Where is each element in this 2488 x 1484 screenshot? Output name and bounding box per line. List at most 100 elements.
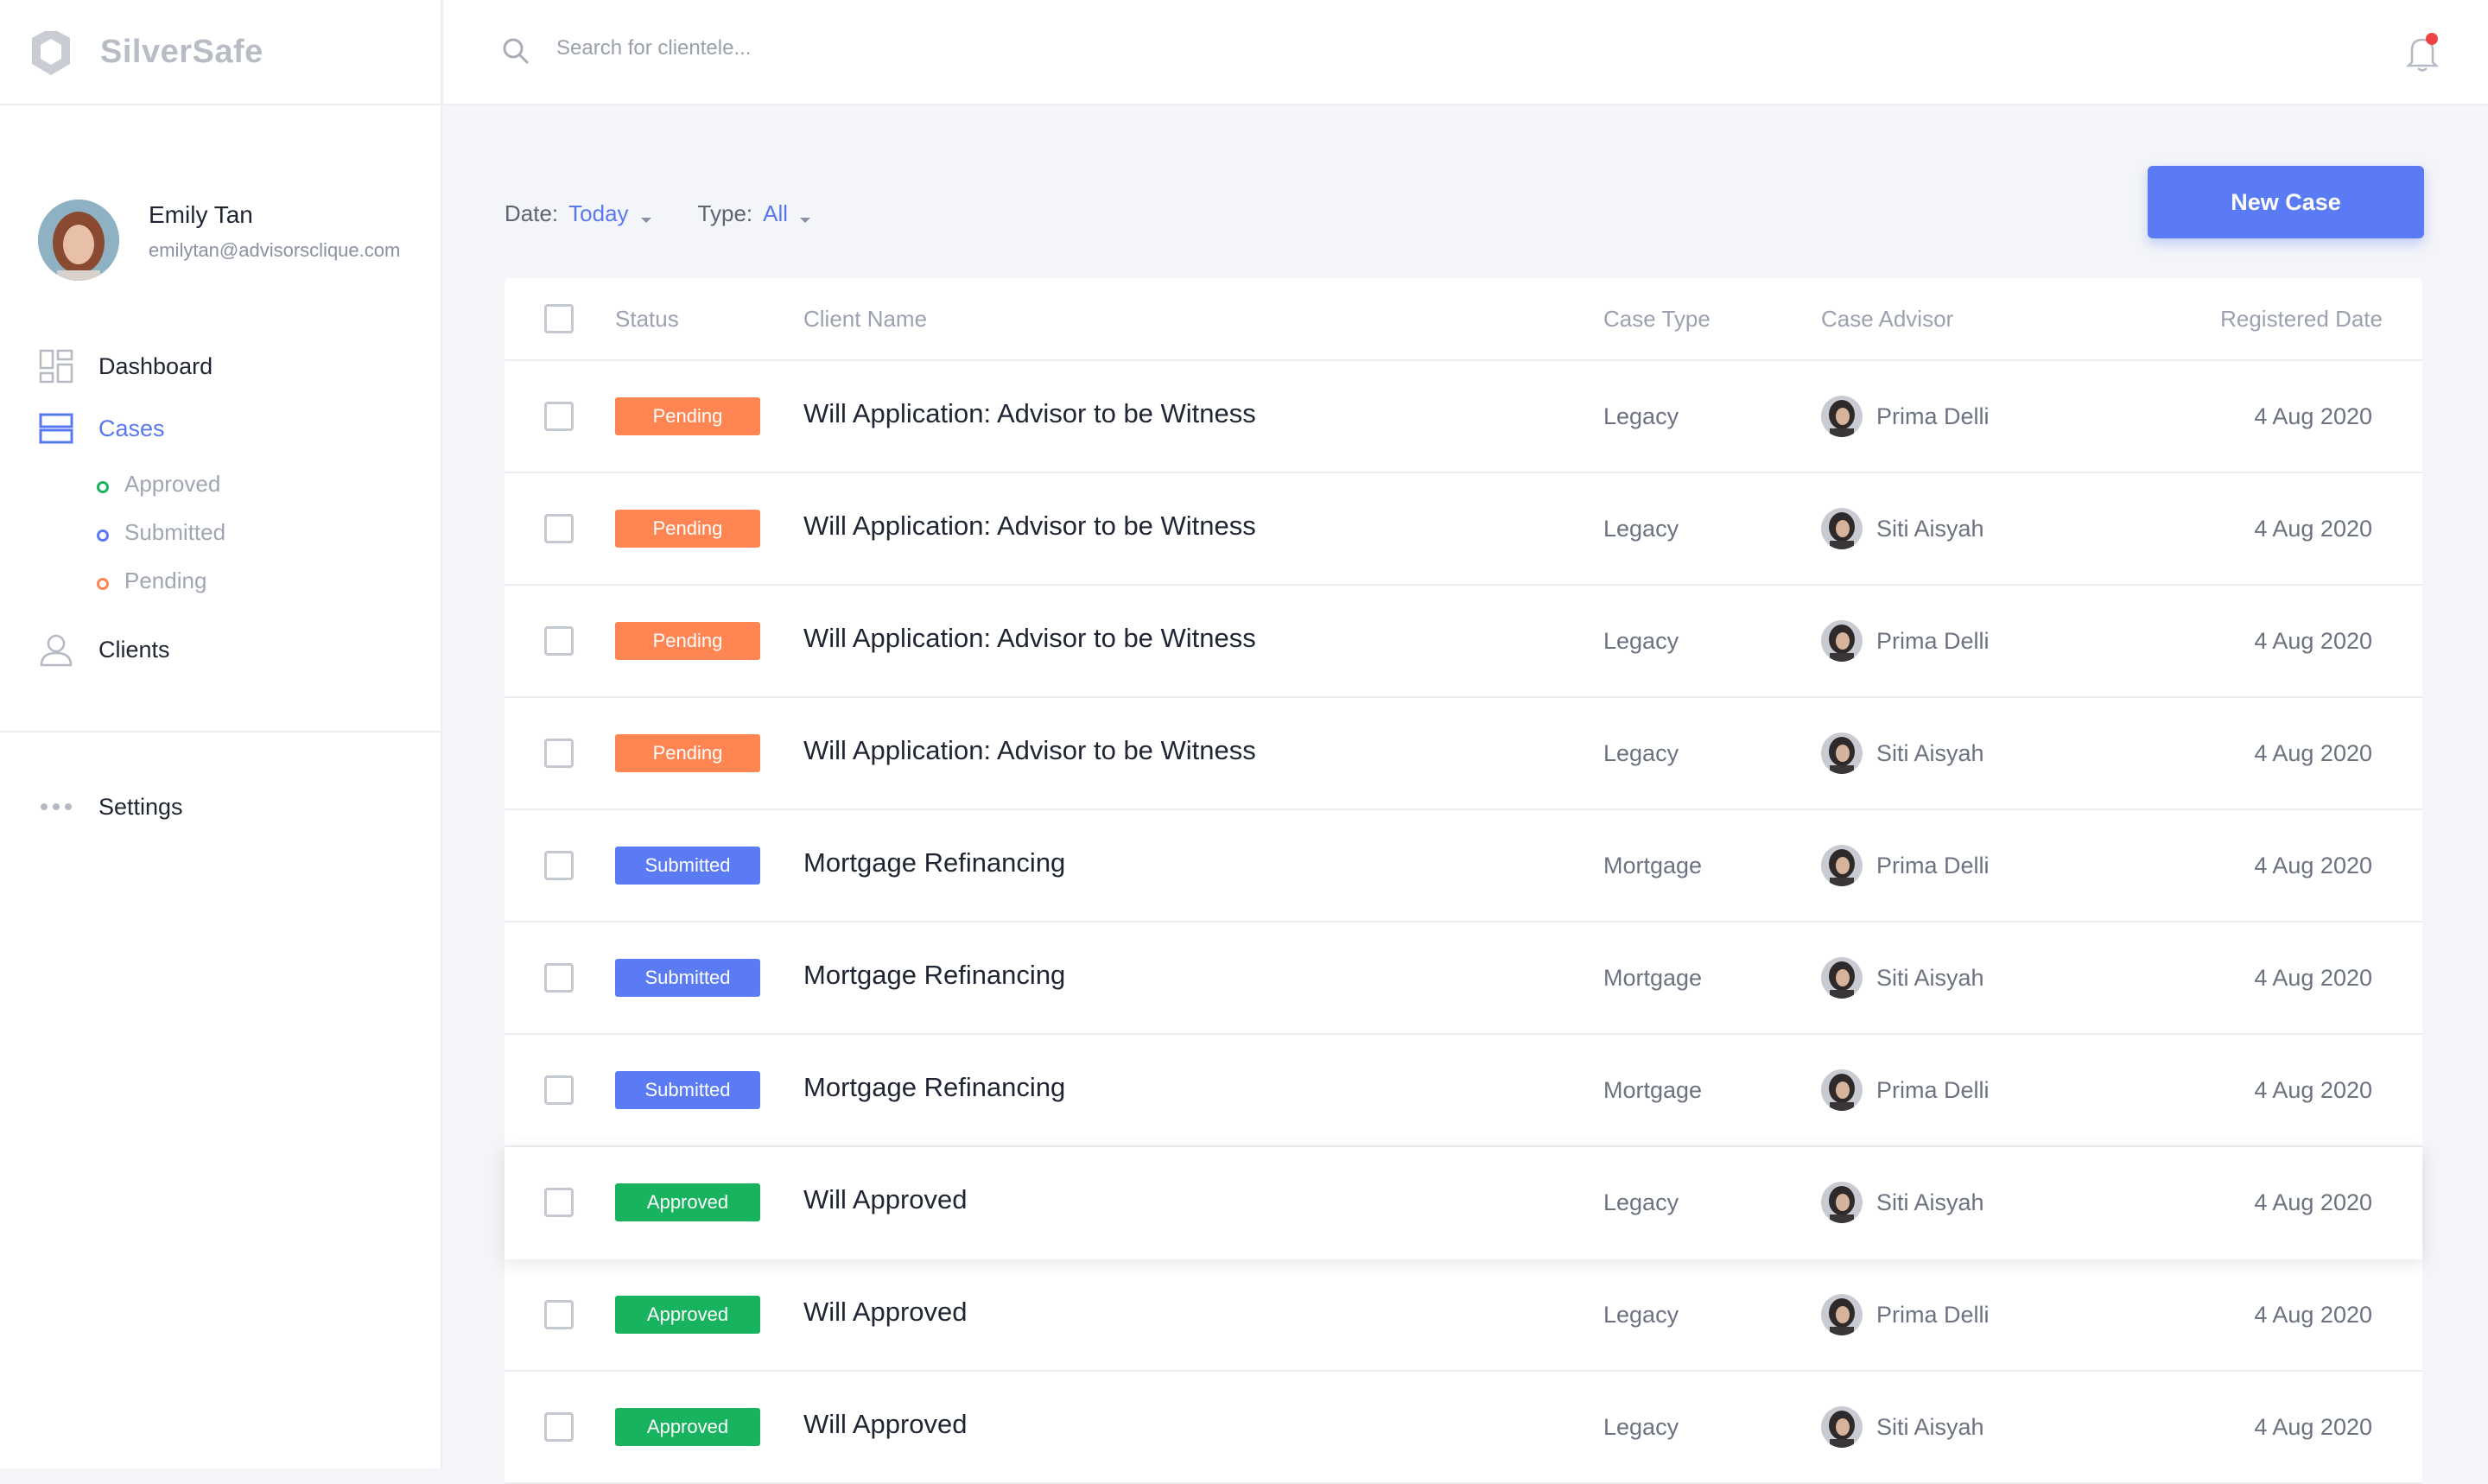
advisor-name: Siti Aisyah — [1876, 965, 1984, 992]
nav-item-dashboard[interactable]: Dashboard — [0, 335, 441, 397]
client-name[interactable]: Will Application: Advisor to be Witness — [803, 398, 1603, 429]
advisor-avatar — [1821, 1294, 1863, 1335]
col-case-advisor[interactable]: Case Advisor — [1821, 306, 2184, 333]
nav-item-settings[interactable]: Settings — [0, 776, 441, 838]
row-checkbox[interactable] — [544, 1188, 574, 1217]
cases-icon — [38, 410, 74, 447]
case-type: Legacy — [1603, 403, 1679, 429]
subnav-label-pending: Pending — [124, 568, 206, 594]
bell-icon[interactable] — [2405, 33, 2441, 73]
row-checkbox[interactable] — [544, 1075, 574, 1105]
registered-date: 4 Aug 2020 — [2254, 740, 2372, 766]
brand[interactable]: SilverSafe — [0, 0, 441, 105]
row-checkbox[interactable] — [544, 1300, 574, 1329]
advisor-name: Prima Delli — [1876, 1302, 1990, 1329]
client-name[interactable]: Will Approved — [803, 1409, 1603, 1440]
status-badge: Pending — [615, 622, 760, 660]
client-name[interactable]: Will Application: Advisor to be Witness — [803, 511, 1603, 542]
subnav-item-approved[interactable]: Approved — [97, 460, 441, 508]
user-profile[interactable]: Emily Tan emilytan@advisorsclique.com — [0, 105, 441, 335]
case-type: Legacy — [1603, 740, 1679, 766]
nav-item-clients[interactable]: Clients — [0, 618, 441, 681]
row-checkbox[interactable] — [544, 851, 574, 880]
client-name[interactable]: Mortgage Refinancing — [803, 1072, 1603, 1103]
status-badge: Pending — [615, 510, 760, 548]
user-name: Emily Tan — [149, 201, 400, 229]
user-email: emilytan@advisorsclique.com — [149, 239, 400, 262]
client-name[interactable]: Mortgage Refinancing — [803, 960, 1603, 991]
nav-divider — [0, 731, 441, 732]
advisor-name: Siti Aisyah — [1876, 740, 1984, 767]
row-checkbox[interactable] — [544, 514, 574, 543]
type-filter-label: Type: — [698, 200, 753, 227]
col-status[interactable]: Status — [615, 306, 803, 333]
case-type: Legacy — [1603, 628, 1679, 654]
date-filter[interactable]: Date: Today — [505, 200, 651, 227]
client-name[interactable]: Will Application: Advisor to be Witness — [803, 735, 1603, 766]
nav-label-clients: Clients — [98, 637, 170, 663]
status-badge: Approved — [615, 1296, 760, 1334]
status-badge: Submitted — [615, 847, 760, 885]
subnav-item-pending[interactable]: Pending — [97, 556, 441, 605]
advisor-avatar — [1821, 732, 1863, 774]
client-name[interactable]: Will Approved — [803, 1184, 1603, 1215]
case-type: Legacy — [1603, 1189, 1679, 1215]
registered-date: 4 Aug 2020 — [2254, 1302, 2372, 1328]
table-row[interactable]: ApprovedWill ApprovedLegacySiti Aisyah4 … — [505, 1372, 2422, 1484]
case-type: Legacy — [1603, 1302, 1679, 1328]
table-row[interactable]: ApprovedWill ApprovedLegacySiti Aisyah4 … — [505, 1147, 2422, 1259]
status-badge: Approved — [615, 1183, 760, 1221]
subnav-label-approved: Approved — [124, 471, 220, 498]
user-icon — [38, 631, 74, 668]
chevron-down-icon — [641, 218, 651, 223]
search-icon[interactable] — [501, 36, 530, 66]
row-checkbox[interactable] — [544, 1412, 574, 1442]
status-badge: Approved — [615, 1408, 760, 1446]
table-row[interactable]: SubmittedMortgage RefinancingMortgagePri… — [505, 810, 2422, 923]
client-name[interactable]: Will Approved — [803, 1297, 1603, 1328]
approved-dot-icon — [97, 481, 109, 493]
registered-date: 4 Aug 2020 — [2254, 403, 2372, 429]
submitted-dot-icon — [97, 530, 109, 542]
main-nav: Dashboard Cases Approved Submitted Pendi… — [0, 335, 441, 838]
registered-date: 4 Aug 2020 — [2254, 516, 2372, 542]
col-case-type[interactable]: Case Type — [1603, 306, 1821, 333]
status-badge: Pending — [615, 734, 760, 772]
nav-label-dashboard: Dashboard — [98, 353, 213, 380]
table-row[interactable]: Pending Will Application: Advisor to be W… — [505, 698, 2422, 810]
table-row[interactable]: Approved Will ApprovedLegacy Prima Delli 4 … — [505, 1259, 2422, 1372]
table-row[interactable]: Pending Will Application: Advisor to be W… — [505, 473, 2422, 586]
col-registered-date[interactable]: Registered Date — [2184, 306, 2422, 333]
row-checkbox[interactable] — [544, 402, 574, 431]
new-case-button[interactable]: New Case — [2148, 166, 2424, 238]
subnav-label-submitted: Submitted — [124, 519, 225, 546]
row-checkbox[interactable] — [544, 626, 574, 656]
table-row[interactable]: PendingWill Application: Advisor to be W… — [505, 361, 2422, 473]
advisor-avatar — [1821, 620, 1863, 662]
advisor-name: Siti Aisyah — [1876, 1189, 1984, 1216]
registered-date: 4 Aug 2020 — [2254, 1077, 2372, 1103]
select-all-checkbox[interactable] — [544, 304, 574, 333]
notification-dot — [2426, 33, 2438, 45]
table-row[interactable]: Pending Will Application: Advisor to be W… — [505, 586, 2422, 698]
more-dots-icon — [38, 789, 74, 825]
col-client-name[interactable]: Client Name — [803, 306, 1603, 333]
case-type: Legacy — [1603, 1414, 1679, 1440]
row-checkbox[interactable] — [544, 739, 574, 768]
subnav-item-submitted[interactable]: Submitted — [97, 508, 441, 556]
case-type: Mortgage — [1603, 965, 1702, 991]
client-name[interactable]: Will Application: Advisor to be Witness — [803, 623, 1603, 654]
type-filter[interactable]: Type: All — [698, 200, 811, 227]
table-row[interactable]: Submitted Mortgage RefinancingMortgage Sit… — [505, 923, 2422, 1035]
nav-item-cases[interactable]: Cases — [0, 397, 441, 460]
client-name[interactable]: Mortgage Refinancing — [803, 847, 1603, 878]
advisor-avatar — [1821, 1182, 1863, 1223]
advisor-name: Prima Delli — [1876, 853, 1990, 879]
table-body: Pending Will Application: Advisor to be W… — [505, 361, 2422, 1484]
search-input[interactable] — [556, 29, 1247, 67]
table-row[interactable]: SubmittedMortgage RefinancingMortgagePri… — [505, 1035, 2422, 1147]
advisor-name: Siti Aisyah — [1876, 516, 1984, 542]
sidebar: SilverSafe Emily Tan emilytan@advisorscl… — [0, 0, 442, 1468]
status-badge: Submitted — [615, 959, 760, 997]
row-checkbox[interactable] — [544, 963, 574, 993]
